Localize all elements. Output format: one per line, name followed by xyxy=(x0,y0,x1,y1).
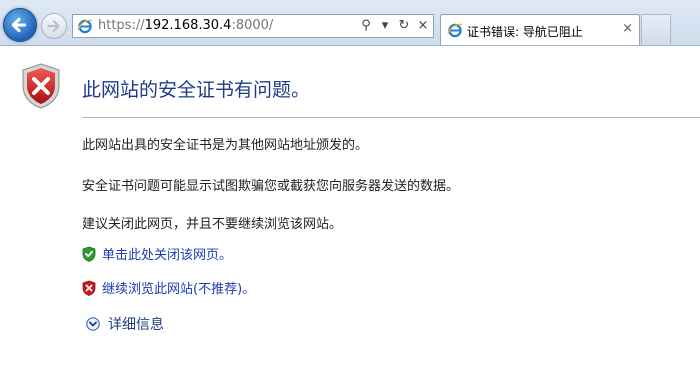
ie-logo-icon xyxy=(447,23,463,38)
new-tab-button[interactable] xyxy=(641,14,671,44)
forward-button[interactable] xyxy=(41,13,67,39)
url-text[interactable]: https://192.168.30.4:8000/ xyxy=(98,18,273,33)
back-button[interactable] xyxy=(3,8,37,42)
title-divider xyxy=(82,117,700,118)
paragraph-cert-risk: 安全证书问题可能显示试图欺骗您或截获您向服务器发送的数据。 xyxy=(82,179,460,194)
green-shield-check-icon xyxy=(82,246,96,262)
chevron-down-circle-icon xyxy=(86,317,100,331)
close-page-link-text[interactable]: 单击此处关闭该网页。 xyxy=(102,244,232,263)
paragraph-recommendation: 建议关闭此网页，并且不要继续浏览该网站。 xyxy=(82,217,343,232)
red-shield-x-icon xyxy=(82,280,96,296)
stop-icon[interactable]: × xyxy=(416,18,430,34)
address-bar[interactable]: https://192.168.30.4:8000/ ⚲ ▾ ↻ × xyxy=(72,14,434,38)
red-shield-x-icon xyxy=(22,63,60,109)
address-tools: ⚲ ▾ ↻ × xyxy=(359,18,430,34)
url-scheme: https:// xyxy=(98,18,145,33)
close-page-link[interactable]: 单击此处关闭该网页。 xyxy=(82,244,232,263)
tab-certificate-error[interactable]: 证书错误: 导航已阻止 × xyxy=(440,14,640,45)
continue-link-text[interactable]: 继续浏览此网站(不推荐)。 xyxy=(102,278,255,297)
refresh-icon[interactable]: ↻ xyxy=(397,18,411,34)
forward-arrow-icon xyxy=(47,20,60,32)
tab-title: 证书错误: 导航已阻止 xyxy=(467,25,583,39)
more-information-toggle[interactable]: 详细信息 xyxy=(86,314,164,334)
close-icon[interactable]: × xyxy=(622,21,633,36)
back-arrow-icon xyxy=(11,17,27,33)
browser-toolbar: https://192.168.30.4:8000/ ⚲ ▾ ↻ × 证书错误:… xyxy=(0,0,700,46)
search-icon[interactable]: ⚲ xyxy=(359,18,373,34)
continue-link[interactable]: 继续浏览此网站(不推荐)。 xyxy=(82,278,255,297)
certificate-error-page: 此网站的安全证书有问题。 此网站出具的安全证书是为其他网站地址颁发的。 安全证书… xyxy=(0,46,700,374)
background-tabs xyxy=(440,0,700,14)
chevron-down-icon[interactable]: ▾ xyxy=(378,18,392,34)
ie-logo-icon xyxy=(77,19,93,34)
paragraph-cert-mismatch: 此网站出具的安全证书是为其他网站地址颁发的。 xyxy=(82,138,369,153)
page-title: 此网站的安全证书有问题。 xyxy=(82,79,311,101)
url-port: :8000/ xyxy=(231,18,274,33)
url-host: 192.168.30.4 xyxy=(144,18,232,33)
details-label: 详细信息 xyxy=(108,317,164,333)
